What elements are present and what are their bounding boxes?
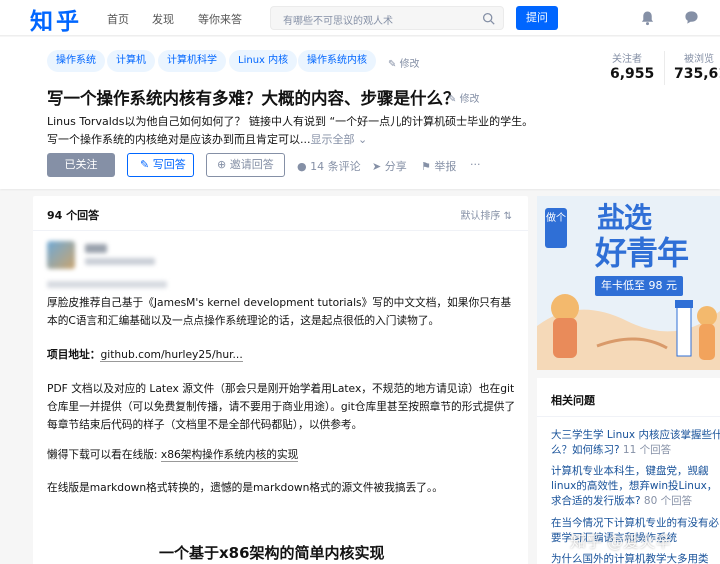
- zhihu-logo[interactable]: 知乎: [30, 2, 82, 36]
- nav-waiting-answers[interactable]: 等你来答: [198, 11, 242, 27]
- related-title: 相关问题: [551, 394, 595, 407]
- online-version-link[interactable]: x86架构操作系统内核的实现: [160, 448, 299, 462]
- edit-title-link[interactable]: ✎ 修改: [448, 90, 480, 105]
- topic-tag[interactable]: 计算机科学: [158, 50, 226, 72]
- answer-count: 94 个回答: [47, 209, 100, 222]
- banner-tag: 做个: [545, 208, 567, 248]
- add-user-icon: ⊕: [217, 158, 230, 171]
- flag-icon: ⚑: [421, 160, 435, 173]
- project-link[interactable]: github.com/hurley25/hur...: [100, 348, 243, 362]
- comments-label: 14 条评论: [310, 160, 361, 173]
- write-answer-button[interactable]: ✎ 写回答: [127, 153, 194, 177]
- online-prefix: 懒得下载可以看在线版:: [47, 448, 161, 461]
- nav-discover[interactable]: 发现: [152, 11, 174, 27]
- related-question[interactable]: 大三学生学 Linux 内核应该掌握些什么？如何练习? 11 个回答: [551, 428, 720, 458]
- answer-online-line: 懒得下载可以看在线版: x86架构操作系统内核的实现: [47, 446, 517, 464]
- report-button[interactable]: ⚑ 举报: [421, 158, 456, 174]
- author-name[interactable]: 浅蓝: [85, 244, 107, 253]
- divider: [33, 230, 528, 231]
- edit-tags-label: 修改: [399, 59, 420, 70]
- pencil-icon: ✎: [448, 94, 460, 105]
- description-line: 写一个操作系统的内核绝对是应该办到而且肯定可以...: [47, 133, 311, 146]
- share-icon: ➤: [372, 160, 385, 173]
- share-button[interactable]: ➤ 分享: [372, 158, 407, 174]
- followers-label: 关注者: [612, 54, 642, 65]
- banner-subtitle: 年卡低至 98 元: [595, 276, 683, 296]
- topic-tag[interactable]: 操作系统内核: [298, 50, 376, 72]
- sort-icon: ⇅: [500, 211, 512, 222]
- topic-tag[interactable]: Linux 内核: [229, 50, 298, 72]
- invite-answer-button[interactable]: ⊕ 邀请回答: [206, 153, 285, 177]
- invite-answer-label: 邀请回答: [229, 158, 274, 171]
- project-label: 项目地址：: [47, 348, 101, 361]
- followers-count: 6,955: [610, 66, 655, 82]
- watermark: 知乎 @爱火辛: [570, 532, 672, 551]
- search-box[interactable]: 有哪些不可思议的观人术: [270, 6, 504, 30]
- top-navbar: 知乎 首页 发现 等你来答 有哪些不可思议的观人术 提问: [0, 0, 720, 36]
- topic-tag[interactable]: 操作系统: [47, 50, 105, 72]
- related-question-text: 计算机专业本科生，键盘党，觊觎linux的高效性，想弃win投Linux，求合适…: [551, 465, 718, 507]
- views-count: 735,61: [674, 66, 720, 82]
- related-answer-count: 80 个回答: [643, 495, 693, 507]
- edit-tags-link[interactable]: ✎ 修改: [388, 55, 420, 70]
- share-label: 分享: [384, 160, 407, 173]
- question-title: 写一个操作系统内核有多难？大概的内容、步骤是什么？: [47, 89, 460, 108]
- promo-banner[interactable]: 做个 盐选 好青年 年卡低至 98 元: [537, 196, 720, 370]
- followed-button[interactable]: 已关注: [47, 153, 115, 177]
- upvote-info: [47, 281, 167, 288]
- sort-label: 默认排序: [460, 211, 501, 222]
- related-answer-count: 11 个回答: [622, 444, 672, 456]
- stats-divider: [664, 51, 665, 85]
- nav-home[interactable]: 首页: [107, 11, 129, 27]
- divider: [537, 416, 720, 417]
- related-question-text: 为什么国外的计算机教学大多用类: [551, 553, 709, 564]
- banner-line1: 盐选: [597, 201, 652, 234]
- write-answer-label: 写回答: [152, 158, 186, 171]
- ask-question-button[interactable]: 提问: [516, 6, 558, 30]
- edit-title-label: 修改: [459, 94, 480, 105]
- report-label: 举报: [434, 160, 457, 173]
- search-input[interactable]: 有哪些不可思议的观人术: [283, 12, 393, 27]
- banner-line2: 好青年: [595, 234, 689, 272]
- description-line: Linus Torvalds以为他自己如何如何了？ 链接中人有说到 “一个好一点…: [47, 115, 534, 128]
- sort-dropdown[interactable]: 默认排序 ⇅: [460, 207, 512, 222]
- pencil-icon: ✎: [140, 158, 153, 171]
- question-header: 操作系统 计算机 计算机科学 Linux 内核 操作系统内核 ✎ 修改 写一个操…: [0, 37, 720, 189]
- answer-paragraph: 在线版是markdown格式转换的，遗憾的是markdown格式的源文件被我搞丢…: [47, 481, 443, 494]
- comments-button[interactable]: ● 14 条评论: [297, 158, 361, 174]
- answers-list: 94 个回答 默认排序 ⇅ 浅蓝 厚脸皮推荐自己基于《JamesM's kern…: [33, 196, 528, 564]
- related-question[interactable]: 为什么国外的计算机教学大多用类: [551, 552, 720, 564]
- pencil-icon: ✎: [388, 59, 400, 70]
- related-question[interactable]: 计算机专业本科生，键盘党，觊觎linux的高效性，想弃win投Linux，求合适…: [551, 464, 720, 509]
- views-label: 被浏览: [684, 54, 714, 65]
- bell-icon[interactable]: [640, 10, 655, 26]
- avatar[interactable]: [47, 241, 75, 269]
- answer-paragraph: 厚脸皮推荐自己基于《JamesM's kernel development tu…: [47, 296, 512, 327]
- author-bio: [85, 258, 155, 265]
- search-icon[interactable]: [482, 12, 495, 25]
- more-button[interactable]: ···: [470, 158, 481, 171]
- show-all-button[interactable]: 显示全部 ⌄: [311, 133, 368, 146]
- question-description: Linus Torvalds以为他自己如何如何了？ 链接中人有说到 “一个好一点…: [47, 113, 534, 149]
- answer-project-line: 项目地址：github.com/hurley25/hur...: [47, 346, 517, 364]
- answer-section-heading: 一个基于x86架构的简单内核实现: [159, 544, 385, 562]
- comment-icon: ●: [297, 160, 311, 173]
- topic-tag[interactable]: 计算机: [107, 50, 155, 72]
- answer-paragraph: PDF 文档以及对应的 Latex 源文件（那会只是刚开始学着用Latex，不规…: [47, 382, 516, 431]
- message-icon[interactable]: [684, 10, 699, 25]
